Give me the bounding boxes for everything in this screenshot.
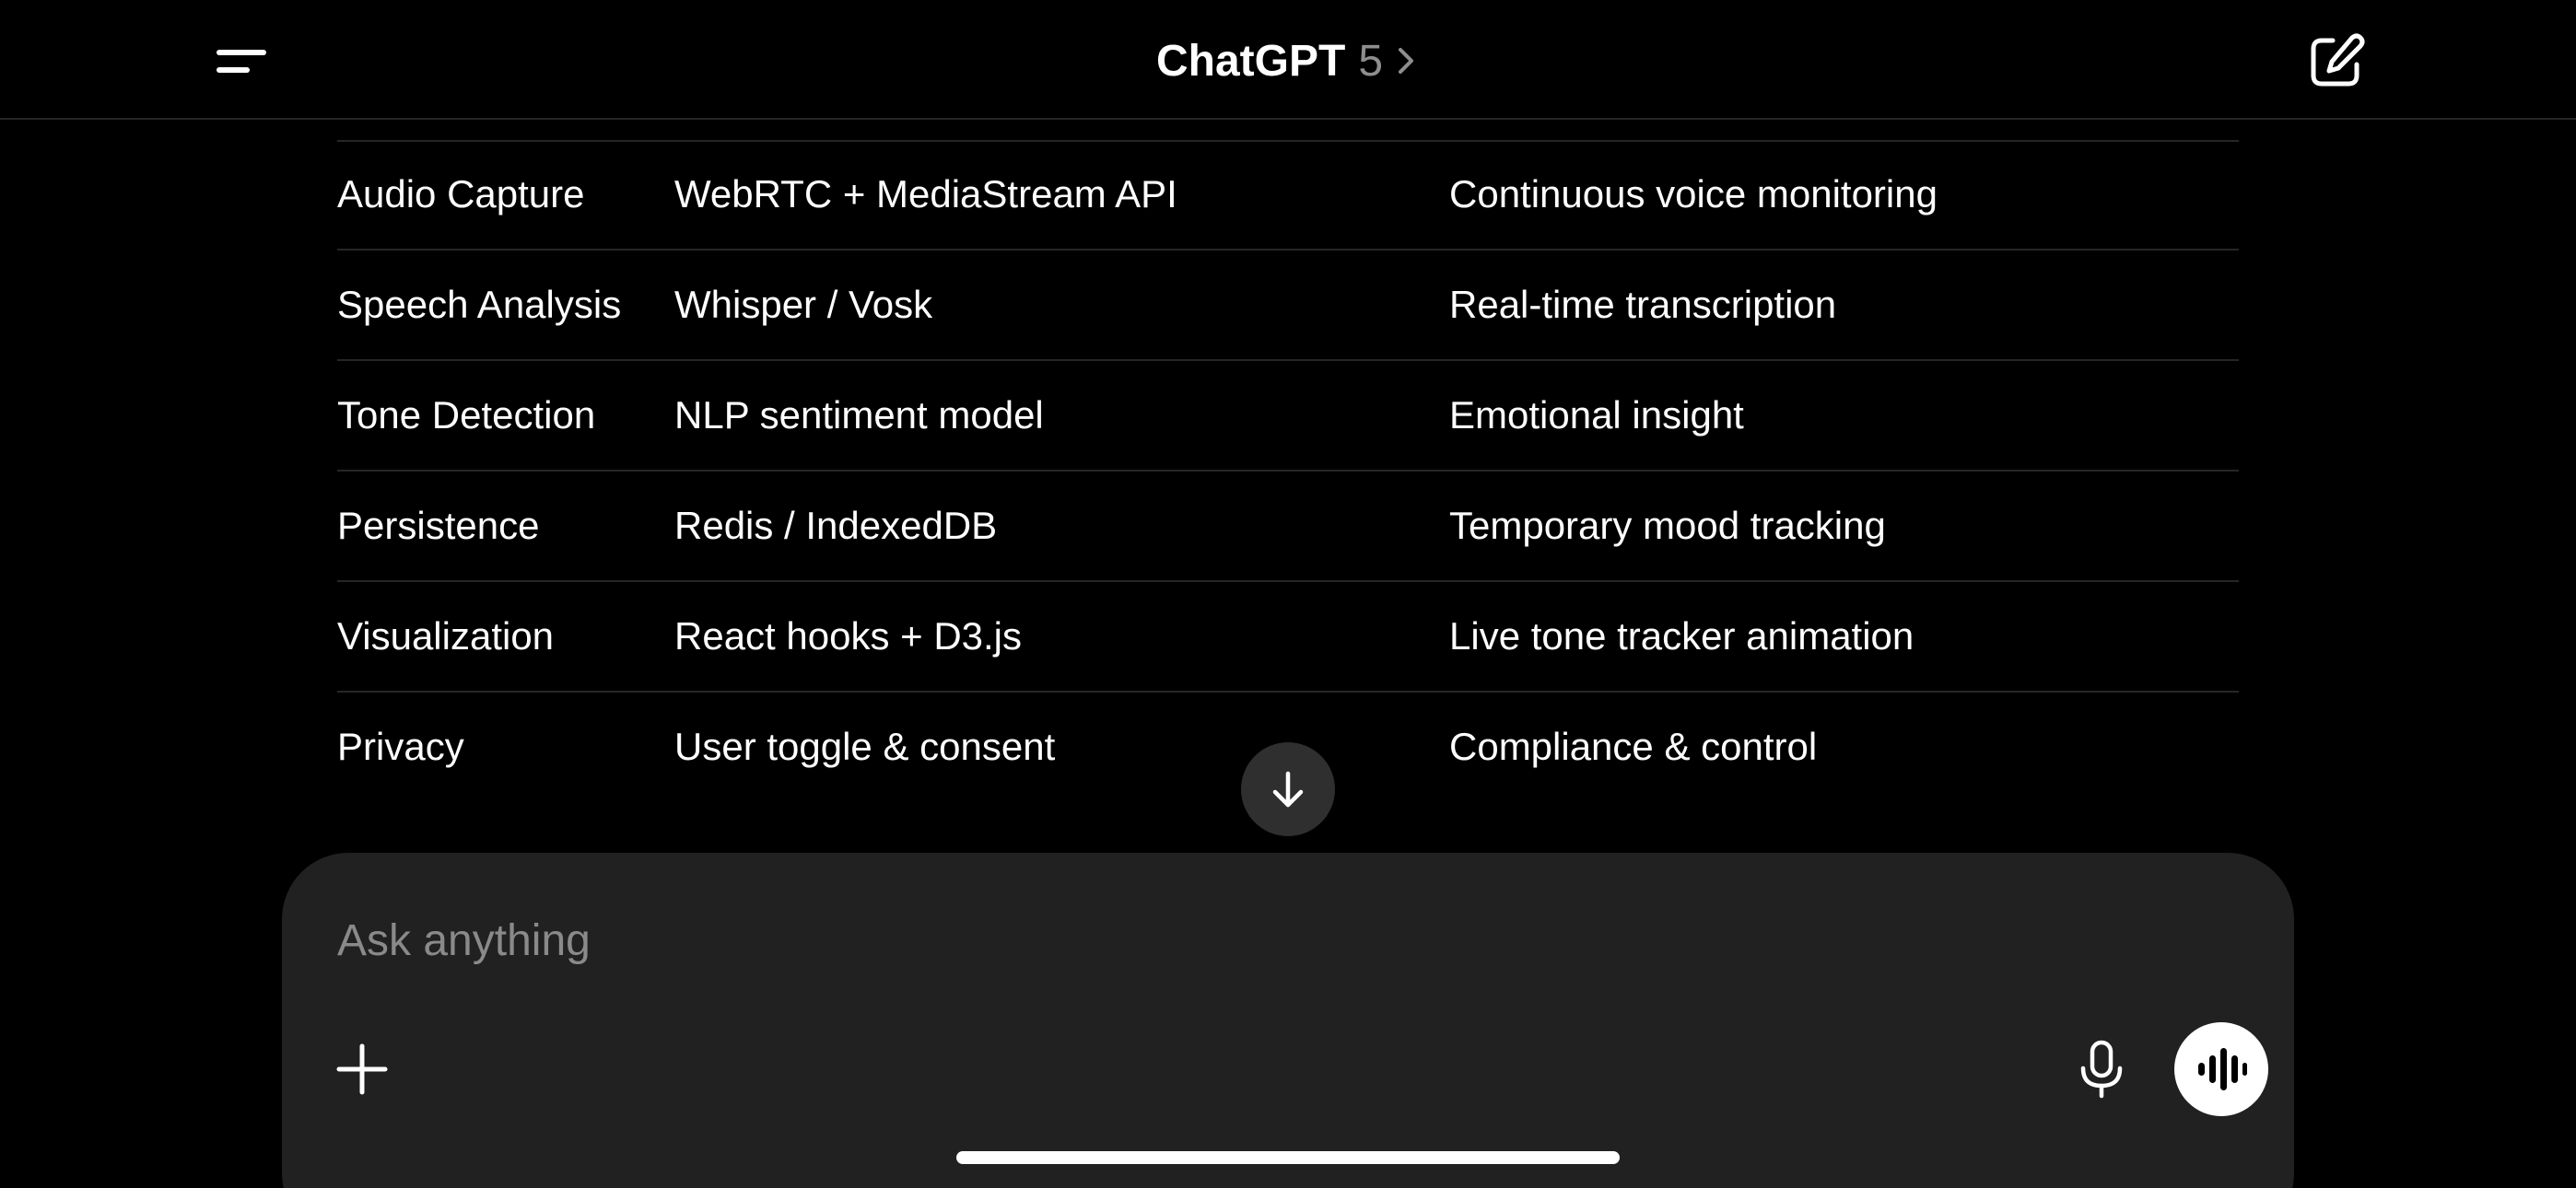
message-composer (282, 853, 2294, 1188)
model-version: 5 (1358, 36, 1384, 86)
table-cell-purpose: Temporary mood tracking (1449, 504, 1886, 547)
table-row: Audio Capture WebRTC + MediaStream API C… (337, 140, 2239, 250)
table-cell-technology: Redis / IndexedDB (674, 504, 998, 547)
table-cell-technology: Whisper / Vosk (674, 283, 933, 326)
table-row: Visualization React hooks + D3.js Live t… (337, 582, 2239, 693)
table-cell-component: Privacy (337, 725, 464, 768)
scroll-to-bottom-button[interactable] (1241, 742, 1335, 836)
voice-mode-waveform-icon (2198, 1048, 2247, 1090)
arrow-down-icon (1272, 771, 1304, 808)
table-cell-component: Visualization (337, 614, 555, 658)
home-indicator[interactable] (956, 1151, 1620, 1164)
response-table: Audio Capture WebRTC + MediaStream API C… (337, 140, 2239, 803)
table-cell-component: Tone Detection (337, 393, 596, 437)
table-row: Persistence Redis / IndexedDB Temporary … (337, 472, 2239, 582)
table-cell-purpose: Real-time transcription (1449, 283, 1837, 326)
chat-screen: ChatGPT 5 Audio Capture WebRTC + MediaSt… (0, 0, 2576, 1188)
model-selector[interactable]: ChatGPT 5 (0, 28, 2576, 94)
table-cell-component: Speech Analysis (337, 283, 622, 326)
top-bar: ChatGPT 5 (0, 0, 2576, 120)
attach-plus-button[interactable] (330, 1037, 394, 1101)
table-row: Tone Detection NLP sentiment model Emoti… (337, 361, 2239, 472)
app-title: ChatGPT (1155, 36, 1346, 86)
table-cell-purpose: Live tone tracker animation (1449, 614, 1914, 658)
plus-icon (336, 1043, 388, 1095)
table-cell-technology: React hooks + D3.js (674, 614, 1023, 658)
microphone-icon (2080, 1040, 2123, 1099)
table-cell-technology: NLP sentiment model (674, 393, 1044, 437)
new-chat-button[interactable] (2303, 29, 2368, 94)
compose-icon (2311, 33, 2365, 87)
table-row: Speech Analysis Whisper / Vosk Real-time… (337, 250, 2239, 361)
dictation-button[interactable] (2067, 1035, 2136, 1103)
table-cell-technology: User toggle & consent (674, 725, 1056, 768)
table-cell-purpose: Emotional insight (1449, 393, 1744, 437)
table-cell-component: Persistence (337, 504, 540, 547)
table-cell-technology: WebRTC + MediaStream API (674, 172, 1177, 215)
table-cell-purpose: Continuous voice monitoring (1449, 172, 1938, 215)
table-cell-purpose: Compliance & control (1449, 725, 1818, 768)
table-cell-component: Audio Capture (337, 172, 585, 215)
prompt-input[interactable] (337, 908, 1811, 973)
voice-mode-button[interactable] (2174, 1022, 2268, 1116)
chevron-right-icon (1399, 48, 1414, 74)
